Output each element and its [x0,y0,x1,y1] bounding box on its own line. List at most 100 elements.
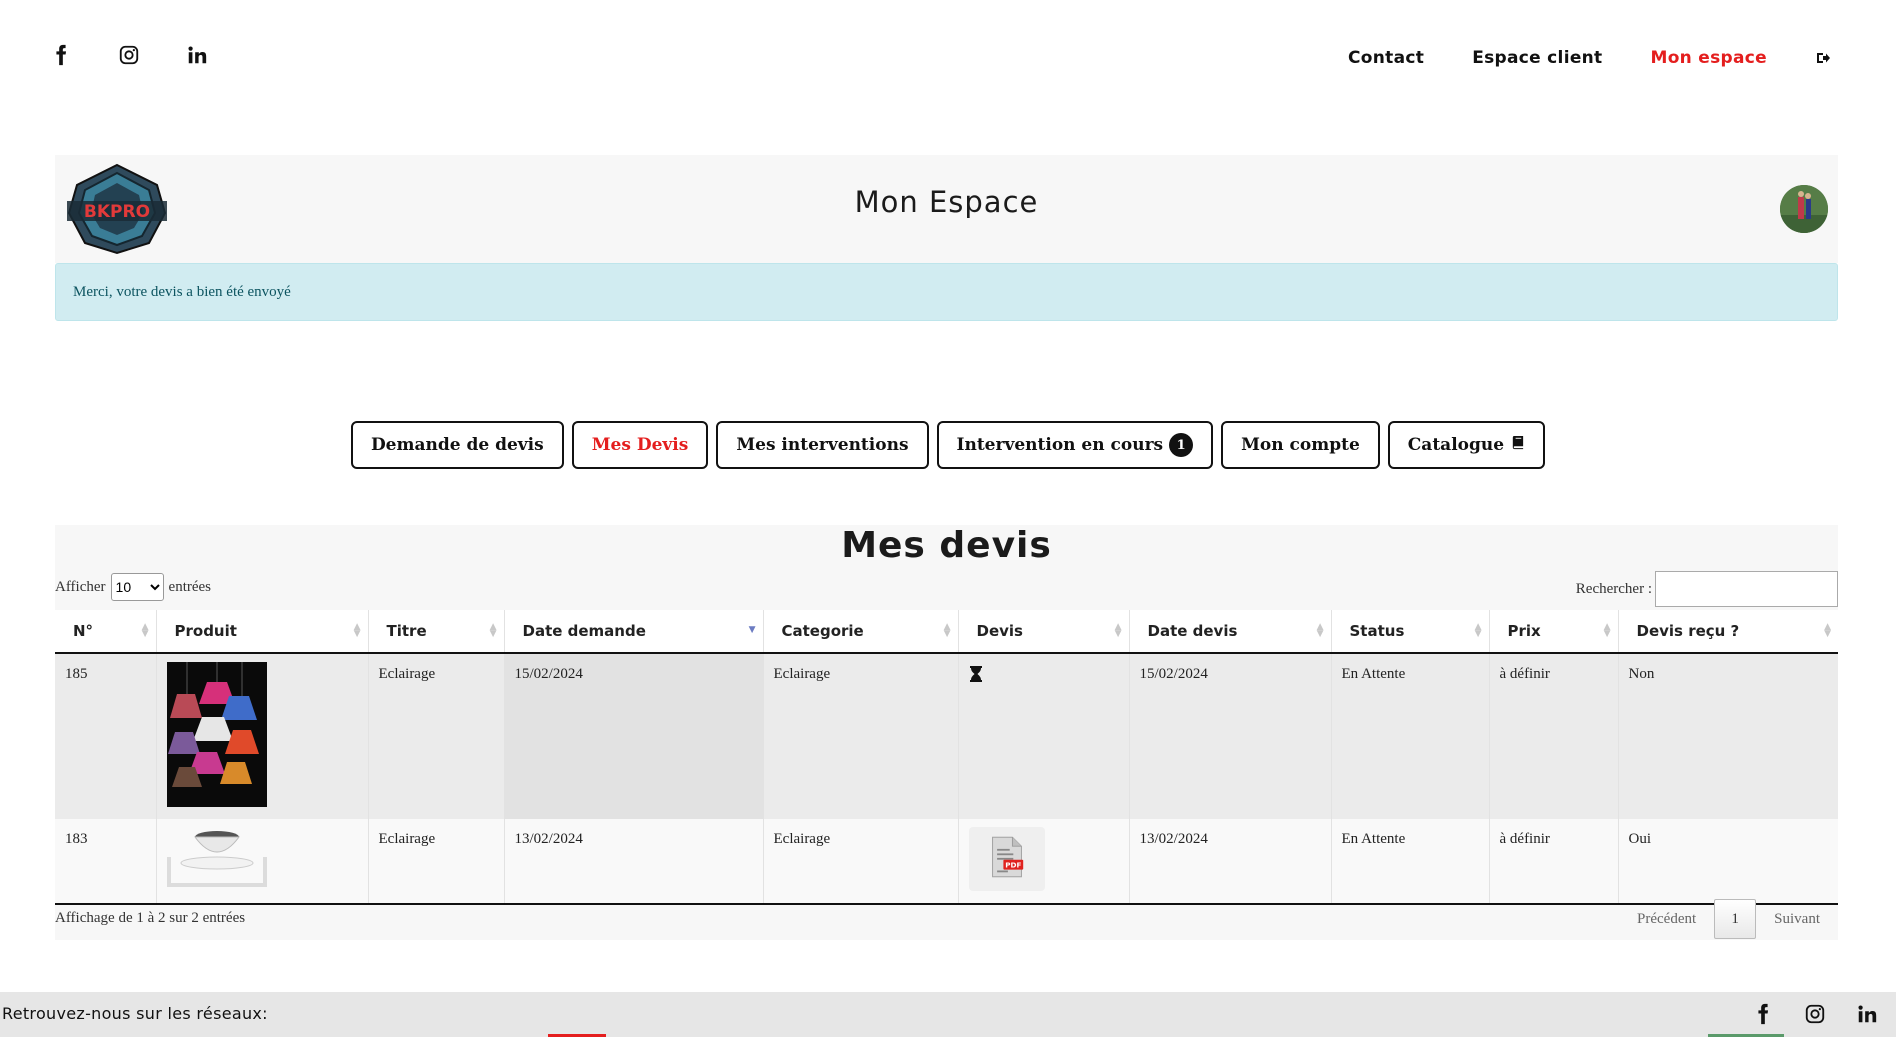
col-label: Status [1349,622,1405,640]
col-header-num[interactable]: N° ▲ ▼ [55,610,157,654]
col-header-produit[interactable]: Produit ▲ ▼ [156,610,369,654]
nav-espace-client[interactable]: Espace client [1472,48,1602,68]
table-header-row: N° ▲ ▼ Produit ▲ ▼ Titre ▲ ▼ Date demande ▼ Cat… [55,610,1838,654]
cell-titre: Eclairage [368,819,505,905]
tab-intervention-en-cours[interactable]: Intervention en cours 1 [936,421,1214,469]
col-header-categorie[interactable]: Categorie ▲ ▼ [763,610,959,654]
cell-produit [156,653,369,819]
col-label: Produit [174,622,237,640]
search-input[interactable] [1655,571,1838,607]
product-image-downlight[interactable] [166,827,267,887]
cell-date-devis: 15/02/2024 [1129,653,1332,819]
col-header-date-devis[interactable]: Date devis ▲ ▼ [1129,610,1332,654]
col-header-prix[interactable]: Prix ▲ ▼ [1489,610,1619,654]
tab-mes-interventions[interactable]: Mes interventions [716,421,929,469]
col-header-devis-recu[interactable]: Devis reçu ? ▲ ▼ [1618,610,1838,654]
entries-length-control: Afficher 10 entrées [55,573,211,601]
tab-mes-devis[interactable]: Mes Devis [571,421,709,469]
sort-icon: ▲ ▼ [1474,622,1482,639]
svg-text:PDF: PDF [1005,860,1021,869]
sort-icon: ▲ ▼ [353,622,361,639]
cell-prix: à définir [1489,819,1619,905]
col-header-devis[interactable]: Devis ▲ ▼ [958,610,1130,654]
length-prefix: Afficher [55,578,106,595]
tab-label: Intervention en cours [956,435,1164,455]
avatar[interactable] [1780,185,1828,233]
page-1-button[interactable]: 1 [1714,899,1757,939]
social-links-top [50,44,208,66]
col-label: N° [73,622,94,640]
col-label: Devis [976,622,1023,640]
header-panel: BKPRO Mon Espace [55,155,1838,263]
search-label: Rechercher : [1575,580,1652,597]
sort-desc-icon: ▼ [748,625,756,635]
footer: Retrouvez-nous sur les réseaux: [0,992,1896,1037]
cell-devis-recu: Non [1618,653,1838,819]
pdf-icon: PDF [989,836,1025,883]
tab-catalogue[interactable]: Catalogue [1387,421,1546,469]
book-icon [1510,435,1525,455]
linkedin-icon[interactable] [1856,1003,1878,1025]
instagram-icon[interactable] [1804,1003,1826,1025]
instagram-icon[interactable] [118,44,140,66]
cell-categorie: Eclairage [763,653,959,819]
cell-num: 185 [55,653,157,819]
pdf-download-link[interactable]: PDF [968,827,1045,891]
col-header-status[interactable]: Status ▲ ▼ [1331,610,1490,654]
cell-date-demande: 13/02/2024 [504,819,764,905]
facebook-icon[interactable] [1752,1003,1774,1025]
tab-label: Mon compte [1241,435,1360,455]
table-info: Affichage de 1 à 2 sur 2 entrées [55,910,246,926]
cell-categorie: Eclairage [763,819,959,905]
nav-mon-espace[interactable]: Mon espace [1650,48,1767,68]
cell-devis: PDF [958,819,1130,905]
prev-page-button[interactable]: Précédent [1619,911,1714,928]
tab-mon-compte[interactable]: Mon compte [1221,421,1380,469]
linkedin-icon[interactable] [186,44,208,66]
length-suffix: entrées [168,578,212,595]
cell-prix: à définir [1489,653,1619,819]
col-label: Categorie [781,622,864,640]
cell-produit [156,819,369,905]
entries-select[interactable]: 10 [110,573,164,601]
table-search: Rechercher : [1576,571,1838,607]
col-header-titre[interactable]: Titre ▲ ▼ [368,610,505,654]
main-nav: Contact Espace client Mon espace [1348,48,1831,68]
cell-status: En Attente [1331,653,1490,819]
sort-icon: ▲ ▼ [1603,622,1611,639]
social-links-footer [1752,1003,1878,1025]
tab-bar: Demande de devis Mes Devis Mes intervent… [0,421,1896,469]
page-title: Mon Espace [854,185,1039,219]
count-badge: 1 [1169,433,1194,457]
nav-contact[interactable]: Contact [1348,48,1424,68]
cell-date-demande: 15/02/2024 [504,653,764,819]
sort-icon: ▲ ▼ [943,622,951,639]
sort-icon: ▲ ▼ [489,622,497,639]
cell-date-devis: 13/02/2024 [1129,819,1332,905]
success-alert: Merci, votre devis a bien été envoyé [55,263,1838,321]
table-row: 183 Eclairage 13/02/2024 Eclairage PDF 1… [55,819,1838,905]
top-bar: Contact Espace client Mon espace [0,0,1896,120]
col-label: Titre [386,622,427,640]
sort-icon: ▲ ▼ [1114,622,1122,639]
col-label: Devis reçu ? [1636,622,1740,640]
tab-demande-de-devis[interactable]: Demande de devis [350,421,564,469]
hourglass-icon [969,666,983,686]
tab-label: Demande de devis [370,435,544,455]
col-header-date-demande[interactable]: Date demande ▼ [504,610,764,654]
cell-devis-recu: Oui [1618,819,1838,905]
tab-label: Mes Devis [591,435,689,455]
cell-titre: Eclairage [368,653,505,819]
table-title: Mes devis [841,525,1052,566]
col-label: Date devis [1147,622,1238,640]
next-page-button[interactable]: Suivant [1756,911,1838,928]
tab-label: Mes interventions [736,435,909,455]
product-image-lamps[interactable] [166,662,267,807]
devis-table: N° ▲ ▼ Produit ▲ ▼ Titre ▲ ▼ Date demande ▼ Cat… [55,610,1838,905]
cell-status: En Attente [1331,819,1490,905]
pagination: Précédent 1 Suivant [1619,899,1838,939]
devis-table-panel: Mes devis Afficher 10 entrées Rechercher… [55,525,1838,940]
facebook-icon[interactable] [50,44,72,66]
footer-social-text: Retrouvez-nous sur les réseaux: [2,1004,268,1023]
logout-icon[interactable] [1815,50,1831,66]
